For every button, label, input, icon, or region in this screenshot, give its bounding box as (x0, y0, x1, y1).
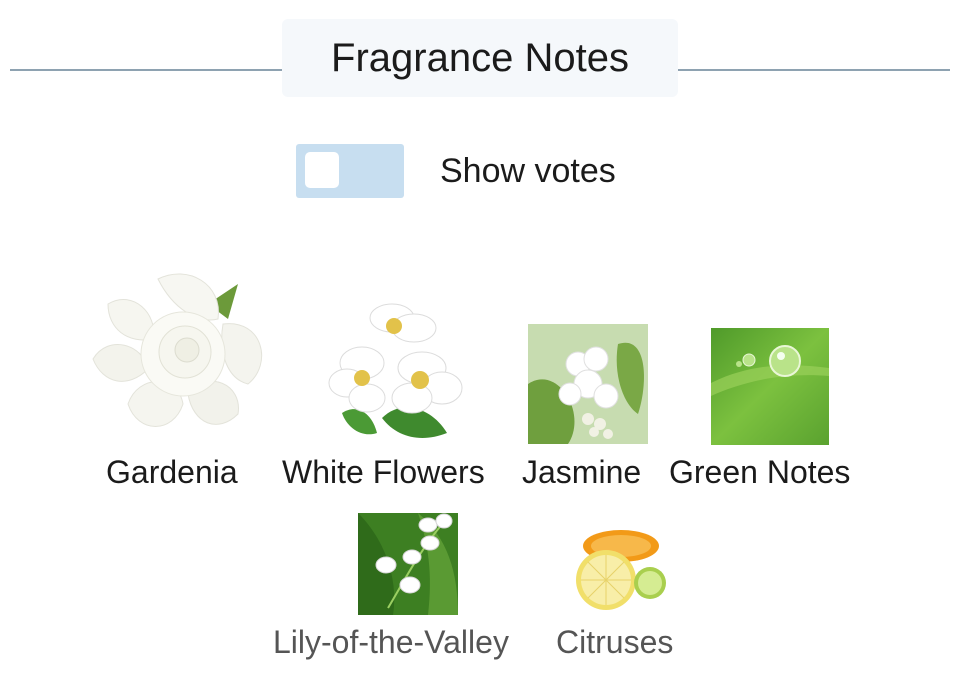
green-leaf-dewdrop-image (711, 328, 829, 445)
show-votes-label: Show votes (440, 152, 616, 190)
note-label: Lily-of-the-Valley (273, 624, 509, 660)
lily-of-the-valley-image (358, 513, 458, 615)
show-votes-toggle[interactable] (296, 144, 404, 198)
divider-left (10, 69, 282, 71)
toggle-knob (305, 152, 339, 188)
note-label: Citruses (556, 624, 674, 660)
note-label: Green Notes (669, 454, 851, 490)
gardenia-flower-image (92, 273, 263, 427)
note-label: Jasmine (522, 454, 642, 490)
note-label: White Flowers (282, 454, 485, 490)
section-title: Fragrance Notes (282, 19, 678, 97)
jasmine-image (528, 324, 648, 444)
citrus-slices-image (576, 530, 666, 610)
note-label: Gardenia (106, 454, 238, 490)
section-title-text: Fragrance Notes (331, 35, 629, 80)
divider-right (678, 69, 950, 71)
white-flowers-image (328, 303, 463, 438)
